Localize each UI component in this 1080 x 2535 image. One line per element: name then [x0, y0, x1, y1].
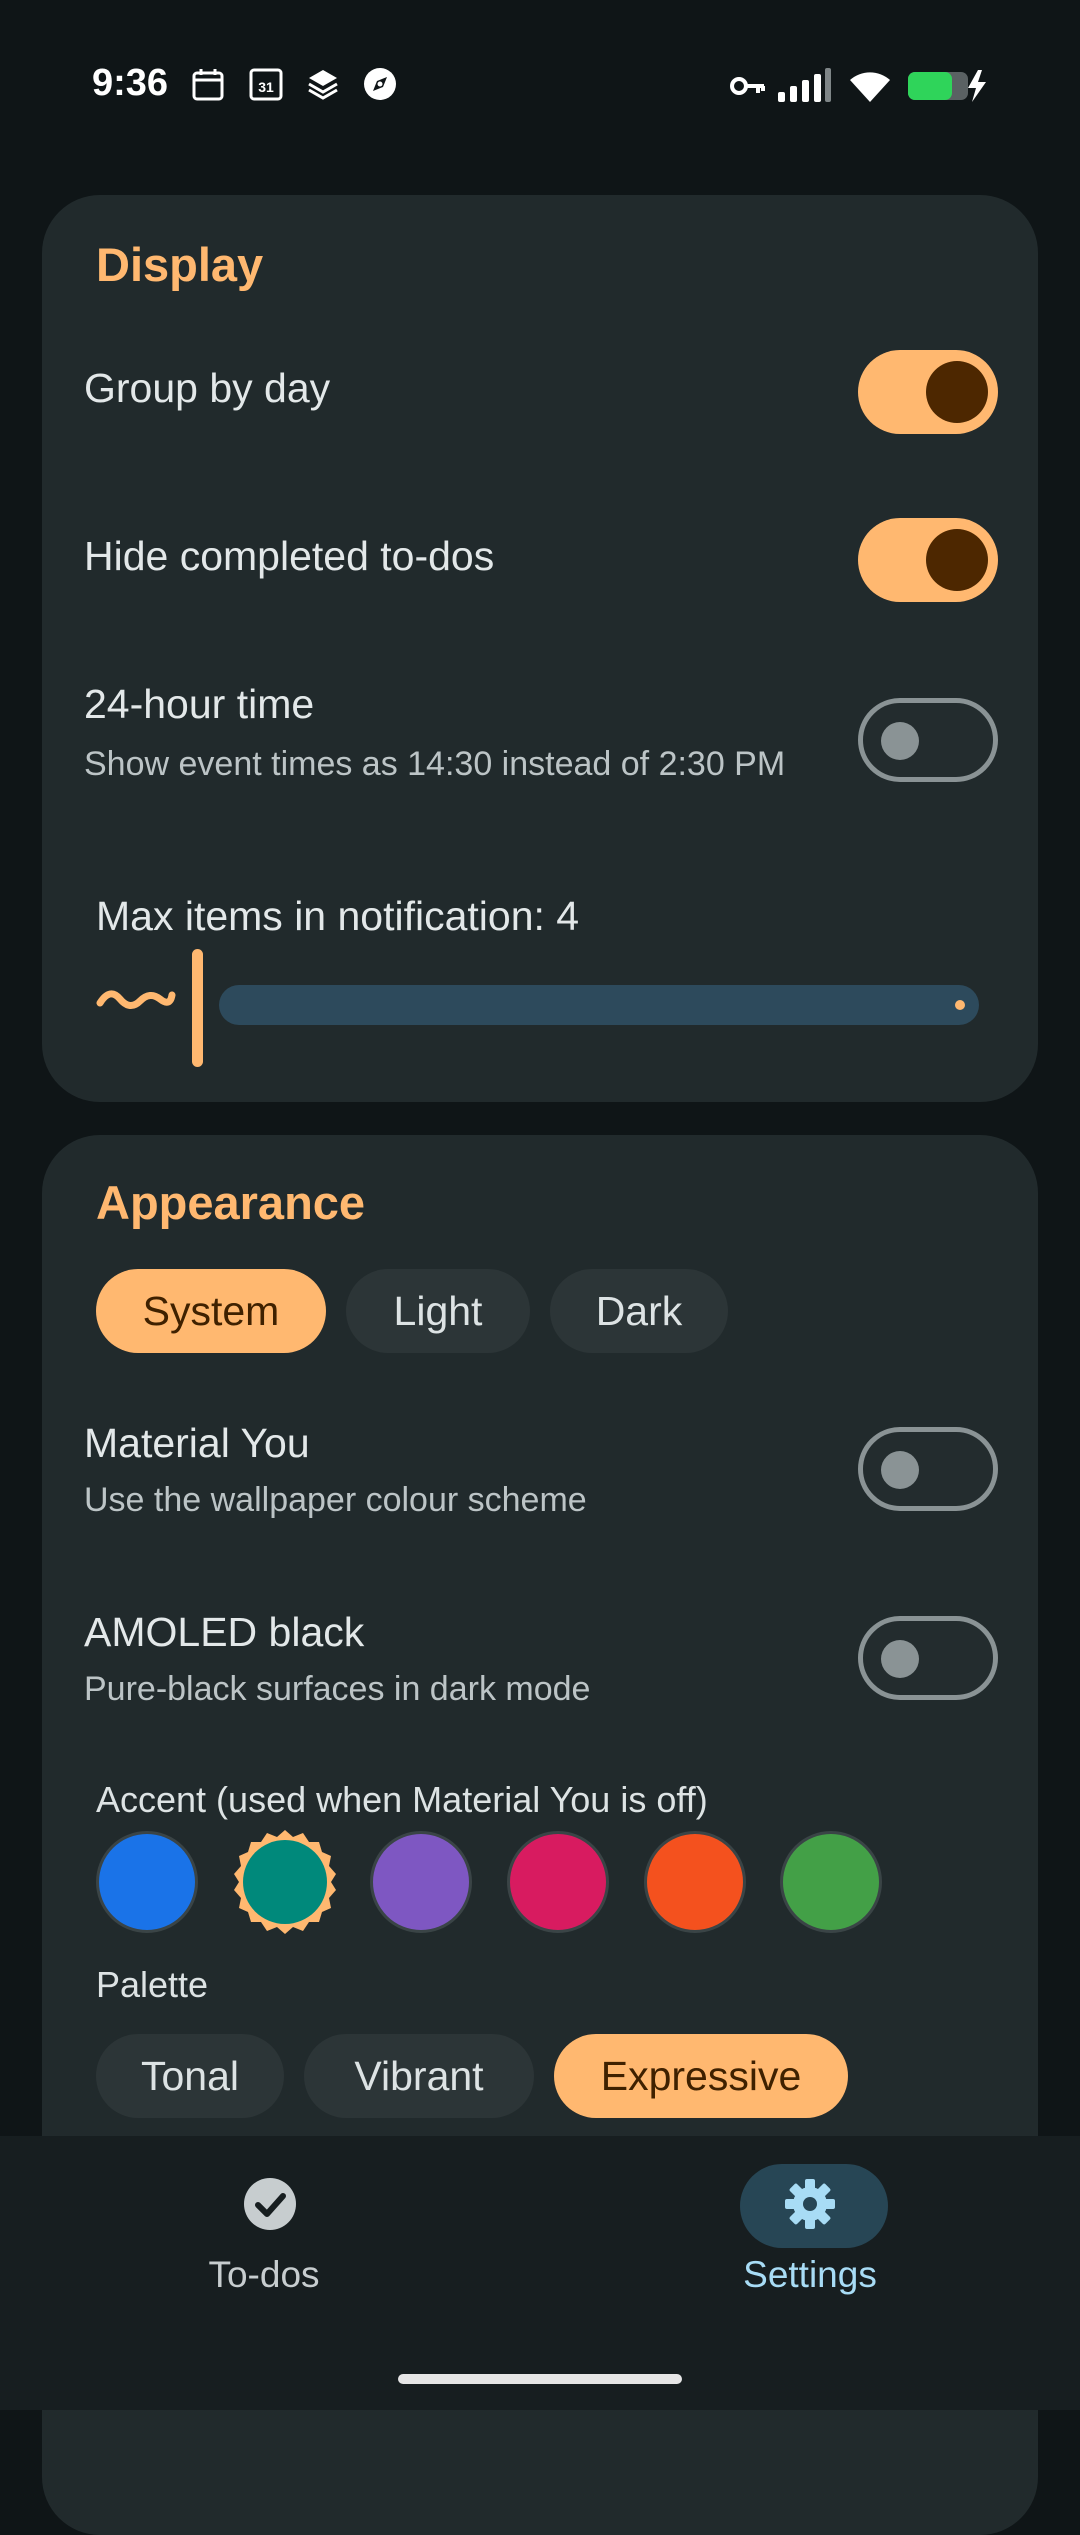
slider-thumb[interactable] — [192, 949, 203, 1067]
switch-knob — [926, 529, 988, 591]
nav-label-settings: Settings — [743, 2254, 877, 2295]
max-items-label: Max items in notification: 4 — [96, 893, 580, 939]
material-you-label: Material You — [84, 1420, 310, 1466]
hour24-switch[interactable] — [858, 698, 998, 782]
accent-swatch-blue[interactable] — [96, 1831, 198, 1933]
slider-active-wave — [96, 990, 176, 1009]
calendar-icon — [192, 69, 224, 101]
nav-item-todos[interactable]: To-dos — [0, 2136, 540, 2410]
hide-completed-switch[interactable] — [858, 518, 998, 602]
theme-chip-light[interactable]: Light — [346, 1269, 530, 1353]
group-by-day-switch[interactable] — [858, 350, 998, 434]
slider-end-dot — [955, 1000, 965, 1010]
palette-chip-expressive[interactable]: Expressive — [554, 2034, 848, 2118]
theme-chip-system[interactable]: System — [96, 1269, 326, 1353]
vpn-key-icon — [730, 77, 765, 95]
gear-icon — [785, 2179, 835, 2229]
accent-swatch-purple[interactable] — [370, 1831, 472, 1933]
palette-label: Palette — [96, 1964, 209, 2005]
palette-chip-vibrant[interactable]: Vibrant — [304, 2034, 534, 2118]
svg-text:31: 31 — [258, 79, 274, 95]
accent-swatch-teal-selected[interactable] — [230, 1827, 340, 1937]
material-you-switch[interactable] — [858, 1427, 998, 1511]
hour24-description: Show event times as 14:30 instead of 2:3… — [84, 745, 786, 783]
signal-icon — [778, 68, 831, 102]
appearance-section-title: Appearance — [96, 1176, 366, 1229]
wifi-icon — [850, 72, 890, 102]
theme-chip-dark[interactable]: Dark — [550, 1269, 728, 1353]
calendar-31-icon: 31 — [249, 68, 283, 101]
display-section-title: Display — [96, 238, 264, 291]
stack-icon — [308, 70, 338, 100]
status-bar: 9:36 31 — [0, 0, 1080, 170]
palette-chip-tonal[interactable]: Tonal — [96, 2034, 284, 2118]
check-circle-icon — [244, 2178, 296, 2230]
accent-swatch-green[interactable] — [780, 1831, 882, 1933]
amoled-label: AMOLED black — [84, 1609, 365, 1655]
slider-track[interactable] — [219, 985, 979, 1025]
accent-label: Accent (used when Material You is off) — [96, 1779, 708, 1820]
display-card: Display Group by day Hide completed to-d… — [42, 195, 1038, 1102]
material-you-description: Use the wallpaper colour scheme — [84, 1481, 587, 1519]
accent-swatch-pink[interactable] — [507, 1831, 609, 1933]
hide-completed-label: Hide completed to-dos — [84, 533, 495, 579]
nav-label-todos: To-dos — [208, 2254, 320, 2295]
home-indicator[interactable] — [398, 2374, 682, 2384]
amoled-description: Pure-black surfaces in dark mode — [84, 1670, 591, 1708]
accent-swatch-orange[interactable] — [644, 1831, 746, 1933]
switch-knob — [881, 722, 919, 760]
hour24-label: 24-hour time — [84, 681, 315, 727]
amoled-switch[interactable] — [858, 1616, 998, 1700]
status-time: 9:36 — [92, 62, 169, 104]
switch-knob — [926, 361, 988, 423]
compass-icon — [364, 68, 396, 100]
battery-charging-icon — [908, 70, 986, 102]
switch-knob — [881, 1451, 919, 1489]
group-by-day-label: Group by day — [84, 365, 331, 411]
bottom-navigation: To-dos Settings — [0, 2136, 1080, 2410]
nav-item-settings[interactable]: Settings — [540, 2136, 1080, 2410]
switch-knob — [881, 1640, 919, 1678]
